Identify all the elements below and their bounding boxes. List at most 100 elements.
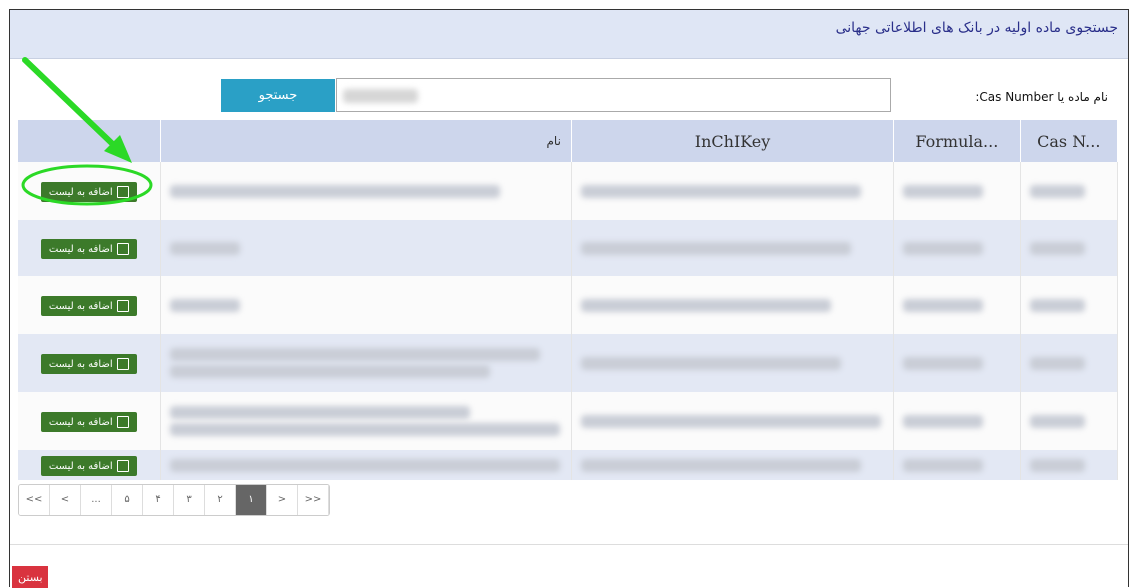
add-to-list-button[interactable]: اضافه به لیست <box>40 412 137 433</box>
action-cell: اضافه به لیست <box>18 162 161 220</box>
page-link[interactable]: << <box>19 485 50 515</box>
cas-cell <box>1020 450 1119 480</box>
blurred-cas <box>1029 298 1085 312</box>
footer-divider <box>10 544 1128 545</box>
action-cell: اضافه به لیست <box>18 334 161 392</box>
formula-cell <box>893 276 1021 334</box>
edit-icon <box>116 300 129 313</box>
formula-cell <box>893 162 1021 220</box>
blurred-cas <box>1029 184 1085 198</box>
add-to-list-button[interactable]: اضافه به لیست <box>40 456 137 477</box>
add-to-list-label: اضافه به لیست <box>48 186 113 198</box>
add-to-list-button[interactable]: اضافه به لیست <box>40 239 137 260</box>
formula-cell <box>893 334 1021 392</box>
inchikey-cell <box>571 392 895 450</box>
add-to-list-label: اضافه به لیست <box>48 416 113 428</box>
inchikey-cell <box>571 162 895 220</box>
formula-cell <box>893 392 1021 450</box>
cas-cell <box>1020 392 1119 450</box>
pagination: << <... ۵ ۴ ۳ ۲ ۱ > >> <box>18 484 330 516</box>
formula-header: Formula... <box>893 120 1021 162</box>
blurred-inchikey <box>580 298 831 312</box>
blurred-name <box>169 241 240 255</box>
blurred-name <box>169 298 240 312</box>
add-to-list-label: اضافه به لیست <box>48 243 113 255</box>
name-cell <box>160 334 572 392</box>
name-cell <box>160 450 572 480</box>
inchikey-cell <box>571 450 895 480</box>
blurred-inchikey <box>580 356 841 370</box>
blurred-formula <box>903 298 984 312</box>
inchikey-cell <box>571 334 895 392</box>
table-body: اضافه به لیست اضافه به لیست اضافه به لیست ا… <box>18 162 1119 480</box>
table-header-row: نام InChIKey Formula... Cas N... <box>18 120 1119 162</box>
blurred-cas <box>1029 356 1085 370</box>
inchikey-header: InChIKey <box>571 120 895 162</box>
page-link[interactable]: ... <box>81 485 112 515</box>
table-row: اضافه به لیست <box>18 220 1119 276</box>
page-link[interactable]: ۱ <box>236 485 267 515</box>
add-to-list-button[interactable]: اضافه به لیست <box>40 354 137 375</box>
page-link[interactable]: > <box>267 485 298 515</box>
blurred-name <box>169 458 560 472</box>
edit-icon <box>116 243 129 256</box>
blurred-cas <box>1029 241 1085 255</box>
name-cell <box>160 220 572 276</box>
action-cell: اضافه به لیست <box>18 276 161 334</box>
action-cell: اضافه به لیست <box>18 392 161 450</box>
add-to-list-label: اضافه به لیست <box>48 300 113 312</box>
edit-icon <box>116 416 129 429</box>
action-header <box>18 120 161 162</box>
add-to-list-button[interactable]: اضافه به لیست <box>40 296 137 317</box>
add-to-list-label: اضافه به لیست <box>48 358 113 370</box>
blurred-name <box>169 184 500 198</box>
blurred-formula <box>903 356 984 370</box>
add-to-list-button[interactable]: اضافه به لیست <box>40 182 137 203</box>
search-button[interactable]: جستجو <box>221 79 335 112</box>
edit-icon <box>116 186 129 199</box>
edit-icon <box>116 460 129 473</box>
blurred-formula <box>903 458 984 472</box>
blurred-formula <box>903 241 984 255</box>
blurred-cas <box>1029 414 1085 428</box>
blurred-inchikey <box>580 414 881 428</box>
edit-icon <box>116 358 129 371</box>
formula-cell <box>893 220 1021 276</box>
page-link[interactable]: ۳ <box>174 485 205 515</box>
blurred-formula <box>903 414 984 428</box>
inchikey-cell <box>571 220 895 276</box>
blurred-cas <box>1029 458 1085 472</box>
action-cell: اضافه به لیست <box>18 220 161 276</box>
page-link[interactable]: < <box>50 485 81 515</box>
cas-cell <box>1020 334 1119 392</box>
cas-cell <box>1020 220 1119 276</box>
formula-cell <box>893 450 1021 480</box>
page-link[interactable]: ۴ <box>143 485 174 515</box>
page-link[interactable]: ۲ <box>205 485 236 515</box>
blurred-name <box>169 406 470 419</box>
cas-cell <box>1020 276 1119 334</box>
blurred-inchikey <box>580 184 861 198</box>
name-cell <box>160 162 572 220</box>
name-cell <box>160 392 572 450</box>
search-input[interactable] <box>336 78 891 112</box>
name-cell <box>160 276 572 334</box>
name-header: نام <box>160 120 572 162</box>
table-row: اضافه به لیست <box>18 392 1119 450</box>
blurred-name <box>169 348 540 361</box>
close-button[interactable]: بستن <box>12 566 48 588</box>
blurred-inchikey <box>580 458 861 472</box>
table-row: اضافه به لیست <box>18 276 1119 334</box>
results-table: نام InChIKey Formula... Cas N... اضافه ب… <box>18 120 1119 480</box>
page-link[interactable]: >> <box>298 485 329 515</box>
blurred-name <box>169 365 490 378</box>
blurred-search-value <box>343 89 418 103</box>
modal-title: جستجوی ماده اولیه در بانک های اطلاعاتی ج… <box>835 20 1118 36</box>
blurred-formula <box>903 184 984 198</box>
table-row: اضافه به لیست <box>18 334 1119 392</box>
action-cell: اضافه به لیست <box>18 450 161 480</box>
page-link[interactable]: ۵ <box>112 485 143 515</box>
modal-dialog: جستجوی ماده اولیه در بانک های اطلاعاتی ج… <box>9 9 1129 588</box>
search-label: نام ماده یا Cas Number: <box>975 90 1108 104</box>
blurred-inchikey <box>580 241 851 255</box>
